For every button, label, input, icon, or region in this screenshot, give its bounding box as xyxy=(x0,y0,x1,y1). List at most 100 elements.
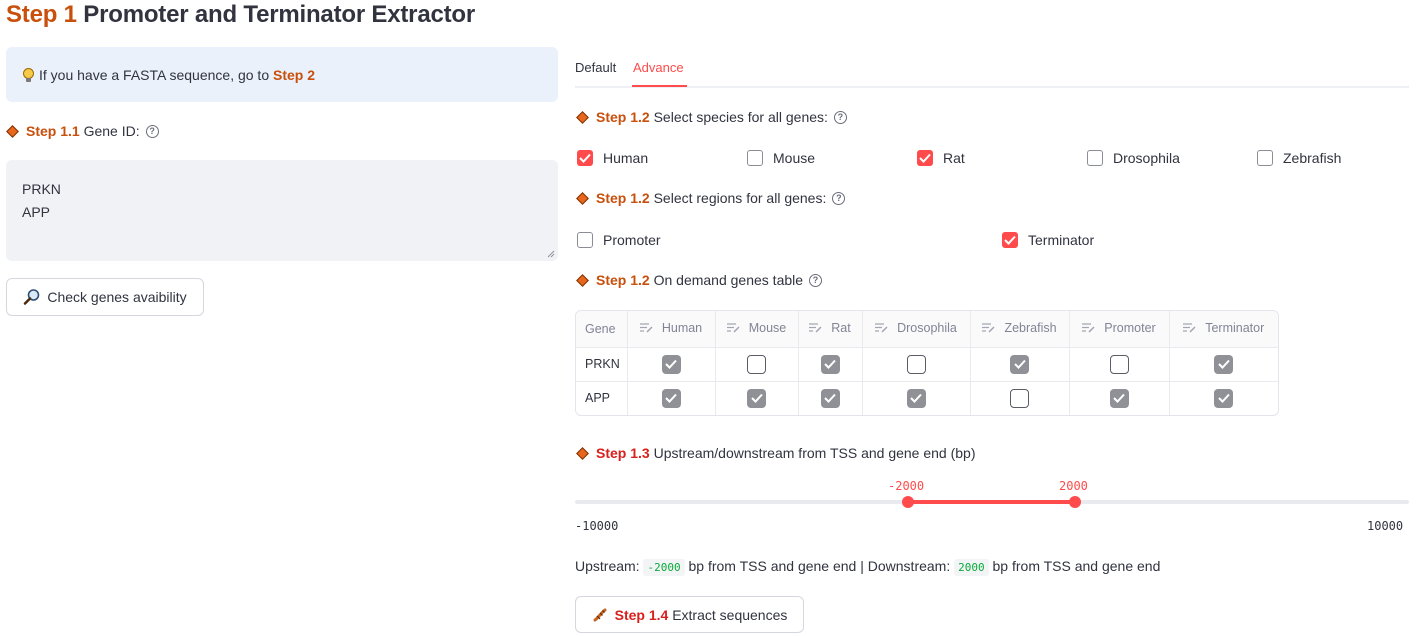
slider-high-handle[interactable] xyxy=(1069,496,1081,508)
checkbox-checked[interactable] xyxy=(661,354,681,374)
diamond-icon xyxy=(576,191,589,205)
checkbox-unchecked[interactable] xyxy=(747,150,763,166)
checkbox-unchecked[interactable] xyxy=(1087,150,1103,166)
extract-sequences-button[interactable]: Step 1.4 Extract sequences xyxy=(575,596,804,633)
active-tab-indicator xyxy=(632,85,687,87)
regions-text: Select regions for all genes: xyxy=(653,190,827,206)
checkbox-unchecked[interactable] xyxy=(906,354,926,374)
table-checkbox-cell xyxy=(715,347,799,382)
checkbox-checked[interactable] xyxy=(820,354,840,374)
column-header-gene[interactable]: Gene xyxy=(576,311,628,348)
checkbox-checked[interactable] xyxy=(747,388,766,408)
help-icon[interactable]: ? xyxy=(832,191,846,205)
species-option-mouse[interactable]: Mouse xyxy=(747,150,815,166)
slider-high-value: 2000 xyxy=(1059,479,1088,493)
checkbox-checked[interactable] xyxy=(1109,388,1129,408)
extract-label: Extract sequences xyxy=(672,606,788,623)
checkbox-unchecked[interactable] xyxy=(1109,354,1129,374)
checkbox-checked[interactable] xyxy=(1214,354,1234,374)
diamond-icon xyxy=(576,446,589,460)
gene-cell[interactable]: PRKN xyxy=(576,347,628,382)
checkbox-checked[interactable] xyxy=(1002,232,1018,248)
gene-id-input[interactable]: PRKN APP xyxy=(6,160,558,261)
column-header-rat[interactable]: Rat xyxy=(798,311,863,348)
checkbox-checked[interactable] xyxy=(577,150,593,166)
help-icon[interactable]: ? xyxy=(809,273,823,287)
gene-id-label: Step 1.1 Gene ID: ? xyxy=(6,121,159,141)
info-callout: If you have a FASTA sequence, go to Step… xyxy=(6,47,558,102)
species-label-zebrafish: Zebrafish xyxy=(1283,150,1342,166)
checkbox-unchecked[interactable] xyxy=(1010,388,1029,408)
edit-column-icon xyxy=(809,323,822,333)
diamond-icon xyxy=(576,273,589,287)
table-checkbox-cell xyxy=(715,381,799,415)
edit-column-icon xyxy=(639,323,653,333)
checkbox-unchecked[interactable] xyxy=(577,232,593,248)
summary-mid-text: bp from TSS and gene end | Downstream: xyxy=(688,558,951,574)
tab-advance[interactable]: Advance xyxy=(633,60,684,76)
checkbox-checked[interactable] xyxy=(1010,354,1029,374)
table-checkbox-cell xyxy=(627,381,716,415)
resize-handle-icon[interactable] xyxy=(547,250,555,258)
species-text: Select species for all genes: xyxy=(653,109,828,125)
column-header-drosophila[interactable]: Drosophila xyxy=(862,311,971,348)
downstream-value: 2000 xyxy=(954,559,989,576)
table-checkbox-cell xyxy=(862,347,971,382)
summary-end-text: bp from TSS and gene end xyxy=(992,558,1161,574)
checkbox-unchecked[interactable] xyxy=(747,354,766,374)
range-text: Upstream/downstream from TSS and gene en… xyxy=(653,445,976,461)
species-option-human[interactable]: Human xyxy=(577,150,648,166)
dna-icon xyxy=(593,608,607,621)
title-text: Promoter and Terminator Extractor xyxy=(83,1,476,28)
checkbox-checked[interactable] xyxy=(906,388,926,408)
region-option-promoter[interactable]: Promoter xyxy=(577,232,661,248)
region-option-terminator[interactable]: Terminator xyxy=(1002,232,1094,248)
species-option-rat[interactable]: Rat xyxy=(917,150,965,166)
genes-table-step: Step 1.2 xyxy=(596,272,650,288)
magnifier-icon xyxy=(24,289,40,305)
species-label: Step 1.2 Select species for all genes: ? xyxy=(576,107,847,127)
species-option-drosophila[interactable]: Drosophila xyxy=(1087,150,1180,166)
info-text: If you have a FASTA sequence, go to xyxy=(39,66,270,83)
checkbox-checked[interactable] xyxy=(820,388,840,408)
gene-id-step: Step 1.1 xyxy=(26,123,80,139)
table-checkbox-cell xyxy=(798,381,863,415)
genes-table-label: Step 1.2 On demand genes table ? xyxy=(576,270,823,290)
range-step: Step 1.3 xyxy=(596,445,650,461)
help-icon[interactable]: ? xyxy=(145,124,159,138)
column-header-mouse[interactable]: Mouse xyxy=(715,311,799,348)
edit-column-icon xyxy=(1082,323,1095,333)
species-option-zebrafish[interactable]: Zebrafish xyxy=(1257,150,1341,166)
checkbox-checked[interactable] xyxy=(917,150,933,166)
table-checkbox-cell xyxy=(970,347,1070,382)
gene-cell[interactable]: APP xyxy=(576,381,628,415)
diamond-icon xyxy=(6,124,19,138)
column-header-terminator[interactable]: Terminator xyxy=(1169,311,1278,348)
help-icon[interactable]: ? xyxy=(833,110,847,124)
gene-line-2: APP xyxy=(22,204,51,220)
lightbulb-icon xyxy=(23,67,34,82)
table-checkbox-cell xyxy=(1169,347,1278,382)
table-row: APP xyxy=(576,381,1278,415)
checkbox-checked[interactable] xyxy=(661,388,681,408)
check-genes-button[interactable]: Check genes avaibility xyxy=(6,278,204,316)
info-step-link[interactable]: Step 2 xyxy=(273,67,315,83)
checkbox-checked[interactable] xyxy=(1214,388,1234,408)
table-checkbox-cell xyxy=(970,381,1070,415)
slider-max-label: 10000 xyxy=(1367,519,1404,533)
table-checkbox-cell xyxy=(1069,381,1170,415)
table-checkbox-cell xyxy=(862,381,971,415)
checkbox-unchecked[interactable] xyxy=(1257,150,1273,166)
slider-min-label: -10000 xyxy=(575,519,619,533)
column-header-human[interactable]: Human xyxy=(627,311,716,348)
slider-low-handle[interactable] xyxy=(902,496,914,508)
species-label-rat: Rat xyxy=(943,150,965,166)
range-slider-fill xyxy=(908,500,1075,504)
column-header-promoter[interactable]: Promoter xyxy=(1069,311,1170,348)
title-step: Step 1 xyxy=(6,1,77,28)
regions-label: Step 1.2 Select regions for all genes: ? xyxy=(576,188,846,208)
column-header-zebrafish[interactable]: Zebrafish xyxy=(970,311,1070,348)
table-checkbox-cell xyxy=(627,347,716,382)
table-checkbox-cell xyxy=(1069,347,1170,382)
tab-default[interactable]: Default xyxy=(575,60,616,76)
